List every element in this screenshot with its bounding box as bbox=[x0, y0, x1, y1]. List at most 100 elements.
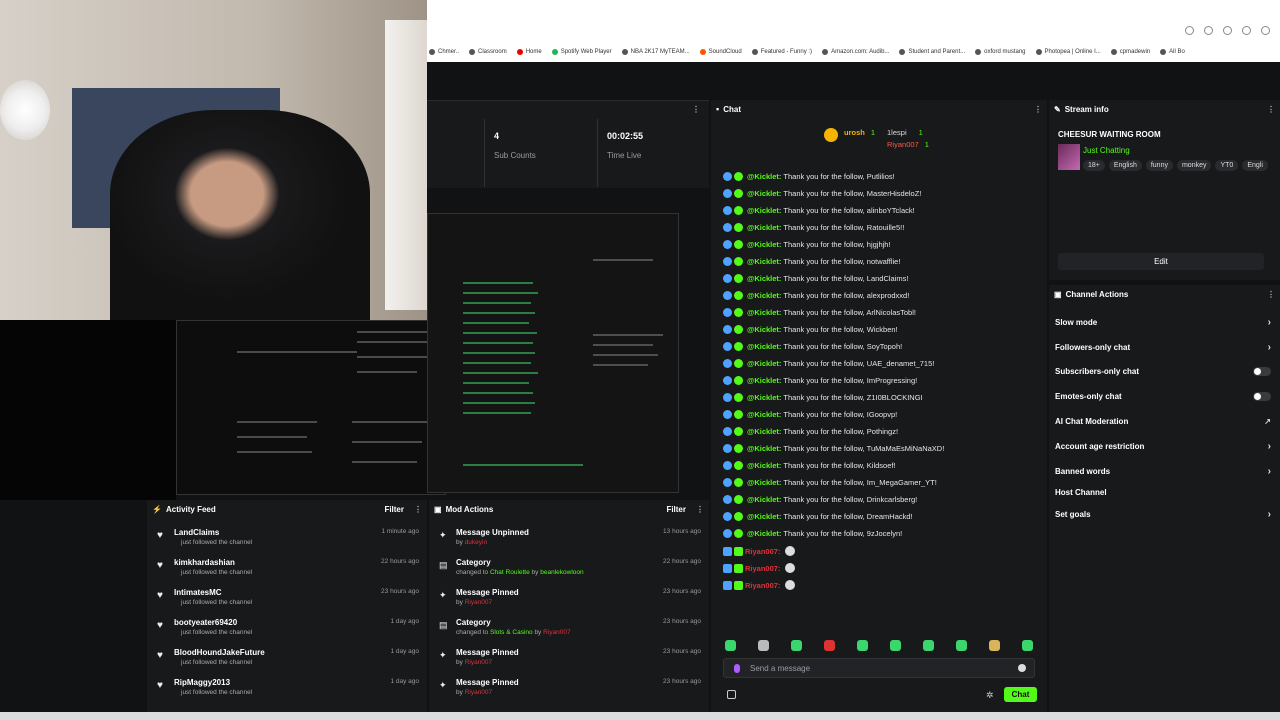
emote-button[interactable] bbox=[725, 640, 736, 651]
profile-icon[interactable] bbox=[1261, 26, 1270, 35]
star-icon[interactable] bbox=[1204, 26, 1213, 35]
filter-button[interactable]: Filter bbox=[666, 505, 686, 514]
chat-username[interactable]: @Kicklet: bbox=[747, 461, 781, 470]
chat-username[interactable]: @Kicklet: bbox=[747, 257, 781, 266]
emotes-only-toggle[interactable] bbox=[1253, 392, 1271, 401]
soundcloud-icon bbox=[699, 49, 706, 55]
chat-username[interactable]: @Kicklet: bbox=[747, 189, 781, 198]
chat-username[interactable]: @Kicklet: bbox=[747, 223, 781, 232]
chat-username[interactable]: @Kicklet: bbox=[747, 206, 781, 215]
activity-username[interactable]: bootyeater69420 bbox=[174, 618, 237, 627]
category-name[interactable]: Slots & Casino bbox=[490, 629, 533, 636]
chat-message-input[interactable]: Send a message bbox=[723, 658, 1035, 678]
kebab-menu-icon[interactable]: ⋮ bbox=[696, 505, 704, 514]
edit-stream-button[interactable]: Edit bbox=[1058, 253, 1264, 270]
gift-icon[interactable] bbox=[727, 690, 736, 699]
channel-action-host-channel[interactable]: Host Channel bbox=[1055, 488, 1271, 497]
mod-username[interactable]: dukeyin bbox=[465, 539, 487, 546]
channel-action-slow-mode[interactable]: Slow mode › bbox=[1055, 317, 1271, 328]
puzzle-icon[interactable] bbox=[1242, 26, 1251, 35]
channel-action-account-age[interactable]: Account age restriction › bbox=[1055, 441, 1271, 452]
bookmark-item[interactable]: oxford mustang bbox=[975, 49, 1026, 55]
bookmark-item[interactable]: Photopea | Online I... bbox=[1035, 49, 1101, 55]
emote-button[interactable] bbox=[989, 640, 1000, 651]
emote-button[interactable] bbox=[890, 640, 901, 651]
channel-action-emotes-only[interactable]: Emotes-only chat bbox=[1055, 392, 1271, 401]
kebab-menu-icon[interactable]: ⋮ bbox=[1267, 105, 1275, 114]
activity-username[interactable]: IntimatesMC bbox=[174, 588, 222, 597]
kebab-menu-icon[interactable]: ⋮ bbox=[414, 505, 422, 514]
chat-username[interactable]: @Kicklet: bbox=[747, 512, 781, 521]
bookmark-item[interactable]: Amazon.com: Audib... bbox=[822, 49, 889, 55]
emote-button[interactable] bbox=[758, 640, 769, 651]
category-name[interactable]: Chat Roulette bbox=[490, 569, 530, 576]
chat-username[interactable]: @Kicklet: bbox=[747, 359, 781, 368]
subscribers-only-toggle[interactable] bbox=[1253, 367, 1271, 376]
chat-username[interactable]: @Kicklet: bbox=[747, 393, 781, 402]
bot-badge-icon bbox=[723, 291, 732, 300]
bookmark-item[interactable]: Student and Parent... bbox=[899, 49, 965, 55]
emoji-picker-icon[interactable] bbox=[1018, 664, 1026, 672]
mod-username[interactable]: Riyan007 bbox=[465, 599, 492, 606]
leader-count: 1 bbox=[870, 128, 876, 137]
chat-username[interactable]: @Kicklet: bbox=[747, 342, 781, 351]
emote-button[interactable] bbox=[857, 640, 868, 651]
bookmark-item[interactable]: SoundCloud bbox=[699, 49, 742, 55]
chat-username[interactable]: @Kicklet: bbox=[747, 172, 781, 181]
bookmark-item[interactable]: NBA 2K17 MyTEAM... bbox=[621, 49, 690, 55]
filter-button[interactable]: Filter bbox=[384, 505, 404, 514]
kebab-menu-icon[interactable]: ⋮ bbox=[1034, 105, 1042, 114]
chat-username[interactable]: @Kicklet: bbox=[747, 427, 781, 436]
chat-username[interactable]: @Kicklet: bbox=[747, 495, 781, 504]
channel-action-followers-only[interactable]: Followers-only chat › bbox=[1055, 342, 1271, 353]
mod-username[interactable]: Riyan007 bbox=[465, 689, 492, 696]
mod-username[interactable]: beanlekowloon bbox=[540, 569, 583, 576]
channel-action-set-goals[interactable]: Set goals › bbox=[1055, 509, 1271, 520]
mod-action-row: ▤ Category changed to Chat Roulette by bea… bbox=[437, 558, 701, 584]
bookmark-item[interactable]: Spotify Web Player bbox=[551, 49, 612, 55]
kebab-menu-icon[interactable]: ⋮ bbox=[1267, 290, 1275, 299]
kebab-menu-icon[interactable]: ⋮ bbox=[692, 105, 700, 114]
chat-message: @Kicklet: Thank you for the follow, Z1I0B… bbox=[723, 393, 923, 402]
channel-action-subscribers-only[interactable]: Subscribers-only chat bbox=[1055, 367, 1271, 376]
bookmark-item[interactable]: Classroom bbox=[469, 49, 507, 55]
emote-button[interactable] bbox=[923, 640, 934, 651]
chat-username[interactable]: @Kicklet: bbox=[747, 410, 781, 419]
chat-username[interactable]: @Kicklet: bbox=[747, 376, 781, 385]
stats-panel: ⋮ 4 Sub Counts 00:02:55 Time Live bbox=[427, 100, 709, 188]
emote-button[interactable] bbox=[824, 640, 835, 651]
activity-username[interactable]: RipMaggy2013 bbox=[174, 678, 230, 687]
emote-button[interactable] bbox=[1022, 640, 1033, 651]
chat-username[interactable]: @Kicklet: bbox=[747, 529, 781, 538]
chat-username[interactable]: Riyan007: bbox=[745, 581, 780, 590]
divider bbox=[484, 119, 485, 187]
chat-username[interactable]: @Kicklet: bbox=[747, 291, 781, 300]
activity-username[interactable]: LandClaims bbox=[174, 528, 219, 537]
bookmark-item[interactable]: All Bo bbox=[1160, 49, 1185, 55]
mod-username[interactable]: Riyan007 bbox=[543, 629, 570, 636]
mod-username[interactable]: Riyan007 bbox=[465, 659, 492, 666]
chat-username[interactable]: @Kicklet: bbox=[747, 478, 781, 487]
chat-username[interactable]: @Kicklet: bbox=[747, 308, 781, 317]
bookmark-item[interactable]: Chmer.. bbox=[429, 49, 459, 55]
bookmark-item[interactable]: Home bbox=[516, 49, 542, 55]
chat-username[interactable]: @Kicklet: bbox=[747, 325, 781, 334]
chat-username[interactable]: @Kicklet: bbox=[747, 240, 781, 249]
zoom-icon[interactable] bbox=[1185, 26, 1194, 35]
bookmark-item[interactable]: cpmadewin bbox=[1110, 49, 1150, 55]
chat-username[interactable]: @Kicklet: bbox=[747, 274, 781, 283]
activity-username[interactable]: kimkhardashian bbox=[174, 558, 235, 567]
chat-username[interactable]: Riyan007: bbox=[745, 564, 780, 573]
settings-gear-icon[interactable]: ✲ bbox=[986, 690, 994, 701]
activity-username[interactable]: BloodHoundJakeFuture bbox=[174, 648, 265, 657]
emote-button[interactable] bbox=[791, 640, 802, 651]
chat-username[interactable]: Riyan007: bbox=[745, 547, 780, 556]
bookmark-item[interactable]: Featured - Funny :) bbox=[751, 49, 812, 55]
extension-icon[interactable] bbox=[1223, 26, 1232, 35]
chat-message: @Kicklet: Thank you for the follow, notwa… bbox=[723, 257, 900, 266]
chat-username[interactable]: @Kicklet: bbox=[747, 444, 781, 453]
send-chat-button[interactable]: Chat bbox=[1004, 687, 1037, 702]
channel-action-ai-moderation[interactable]: AI Chat Moderation ↗ bbox=[1055, 417, 1271, 426]
channel-action-banned-words[interactable]: Banned words › bbox=[1055, 466, 1271, 477]
emote-button[interactable] bbox=[956, 640, 967, 651]
